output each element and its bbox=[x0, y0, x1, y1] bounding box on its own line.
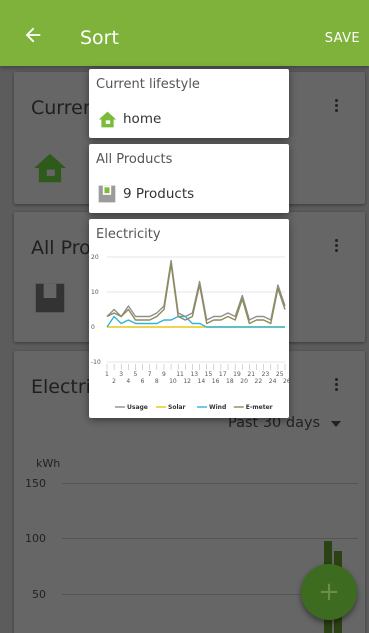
x-tick-label: 18 bbox=[226, 378, 234, 385]
product-box-icon bbox=[35, 283, 65, 313]
x-tick-label: 15 bbox=[205, 371, 213, 378]
electricity-chart: 20100-101 3 5 7 9 11 13 15 17 19 21 23 252 4 6 8 10 12 14 1… bbox=[91, 254, 289, 411]
x-tick-label: 3 bbox=[119, 371, 123, 378]
home-icon bbox=[34, 153, 66, 183]
x-tick-label: 5 bbox=[133, 371, 137, 378]
legend-label: Usage bbox=[127, 404, 148, 411]
x-tick-label: 12 bbox=[183, 378, 191, 385]
x-tick-label: 21 bbox=[247, 371, 255, 378]
legend-label: E-meter bbox=[246, 404, 273, 411]
x-tick-label: 1 bbox=[105, 371, 109, 378]
drag-item-products[interactable]: All Products 9 Products bbox=[89, 144, 289, 213]
drag-item-label: All Products bbox=[96, 152, 173, 167]
lifestyle-value: home bbox=[123, 111, 162, 127]
page-title: Sort bbox=[80, 27, 119, 49]
x-tick-label: 23 bbox=[262, 371, 270, 378]
x-tick-label: 22 bbox=[255, 378, 263, 385]
x-tick-label: 26 bbox=[283, 378, 289, 385]
x-tick-label: 14 bbox=[198, 378, 206, 385]
y-tick-label: 150 bbox=[25, 477, 46, 490]
drag-item-label: Electricity bbox=[96, 227, 161, 242]
products-value: 9 Products bbox=[123, 186, 195, 202]
series-line-usage bbox=[106, 259, 286, 321]
gridline bbox=[62, 483, 358, 484]
y-tick-label: 10 bbox=[91, 289, 99, 296]
card-title: Electri bbox=[31, 376, 91, 398]
app-bar: Sort SAVE bbox=[0, 0, 369, 66]
y-tick-label: 20 bbox=[91, 254, 99, 261]
x-tick-label: 13 bbox=[190, 371, 198, 378]
x-tick-label: 17 bbox=[219, 371, 227, 378]
more-vert-icon[interactable] bbox=[335, 239, 339, 254]
x-tick-label: 8 bbox=[155, 378, 159, 385]
y-tick-label: 0 bbox=[91, 324, 95, 331]
arrow-left-icon[interactable] bbox=[22, 24, 44, 46]
add-button[interactable]: + bbox=[301, 564, 357, 620]
x-tick-label: 19 bbox=[233, 371, 241, 378]
legend-label: Solar bbox=[168, 404, 186, 411]
product-box-icon bbox=[98, 185, 116, 203]
x-tick-label: 4 bbox=[126, 378, 130, 385]
card-title: All Pro bbox=[31, 237, 91, 259]
x-tick-label: 7 bbox=[148, 371, 152, 378]
more-vert-icon[interactable] bbox=[335, 99, 339, 114]
chevron-down-icon[interactable] bbox=[331, 421, 341, 427]
y-tick-label: 50 bbox=[32, 588, 46, 601]
x-tick-label: 11 bbox=[176, 371, 184, 378]
x-tick-label: 6 bbox=[141, 378, 145, 385]
gridline bbox=[62, 538, 358, 539]
drag-item-electricity[interactable]: Electricity 20 10 0 -10 1 3 5 7 9 11 13 15 17 19 21 23 2… bbox=[89, 219, 289, 418]
y-tick-label: 100 bbox=[25, 532, 46, 545]
home-icon bbox=[98, 111, 117, 128]
x-tick-label: 25 bbox=[276, 371, 284, 378]
card-title: Curren bbox=[31, 97, 95, 119]
legend-label: Wind bbox=[209, 404, 226, 411]
x-tick-label: 20 bbox=[240, 378, 248, 385]
y-tick-label: -10 bbox=[91, 359, 101, 366]
x-tick-label: 2 bbox=[112, 378, 116, 385]
x-tick-label: 9 bbox=[162, 371, 166, 378]
x-tick-label: 10 bbox=[169, 378, 177, 385]
x-tick-label: 16 bbox=[212, 378, 220, 385]
more-vert-icon[interactable] bbox=[335, 378, 339, 393]
save-button[interactable]: SAVE bbox=[325, 31, 360, 46]
drag-item-lifestyle[interactable]: Current lifestyle home bbox=[89, 69, 289, 138]
x-tick-label: 24 bbox=[269, 378, 277, 385]
drag-item-label: Current lifestyle bbox=[96, 77, 200, 92]
y-unit-label: kWh bbox=[36, 457, 61, 470]
